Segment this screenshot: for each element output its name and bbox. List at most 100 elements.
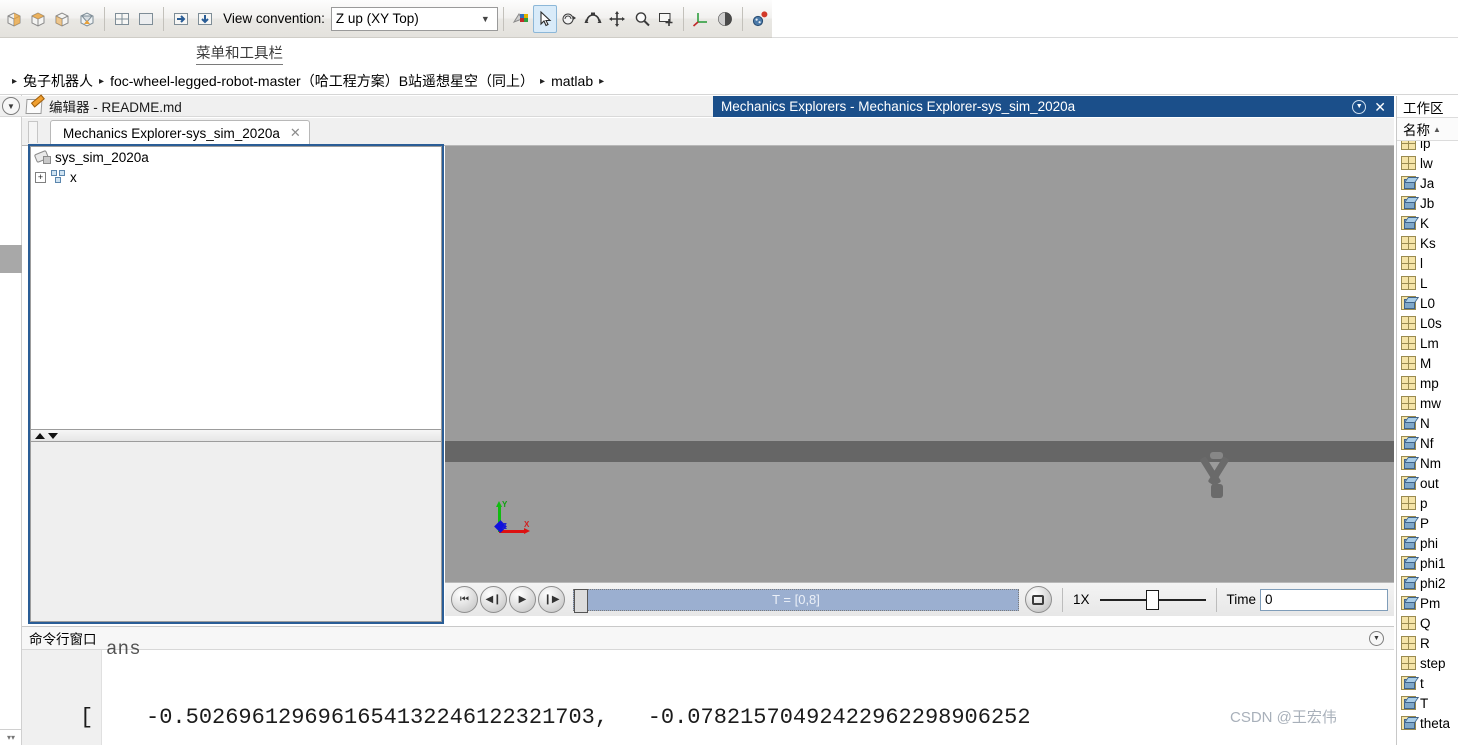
command-output-line: [ -0.5026961296961654132246122321703, -0…: [80, 705, 1031, 730]
toolbar-separator: [162, 6, 164, 31]
animation-icon[interactable]: [748, 5, 772, 33]
workspace-variable-name: M: [1420, 355, 1432, 371]
breadcrumb-item-0[interactable]: 兔子机器人: [23, 71, 93, 91]
variable-matrix-icon: [1401, 236, 1416, 250]
model-tree-panel[interactable]: sys_sim_2020a + x: [30, 146, 442, 430]
step-forward-button[interactable]: ❙▶: [538, 586, 565, 613]
speed-slider-knob[interactable]: [1145, 589, 1159, 610]
tab-drag-grip[interactable]: [28, 121, 38, 143]
workspace-variable-list[interactable]: lp lw Ja Jb K Ks l L L0 L0s Lm Mmp mw N Nf Nm out p Pphi ph…: [1397, 141, 1458, 745]
zoom-icon[interactable]: [630, 5, 654, 33]
workspace-row[interactable]: R: [1397, 633, 1458, 653]
workspace-row[interactable]: phi1: [1397, 553, 1458, 573]
variable-matrix-icon: [1401, 636, 1416, 650]
pan-icon[interactable]: [605, 5, 629, 33]
shading-icon[interactable]: [713, 5, 737, 33]
snapshot-icon[interactable]: [1024, 586, 1052, 613]
workspace-row[interactable]: L: [1397, 273, 1458, 293]
workspace-row[interactable]: out: [1397, 473, 1458, 493]
chevron-down-circle-icon[interactable]: ▼: [1369, 630, 1384, 646]
command-window-titlebar: 命令行窗口 ▼: [22, 626, 1394, 650]
workspace-row[interactable]: p: [1397, 493, 1458, 513]
close-icon[interactable]: ✕: [1374, 100, 1386, 114]
workspace-row[interactable]: Ks: [1397, 233, 1458, 253]
workspace-row[interactable]: M: [1397, 353, 1458, 373]
step-back-button[interactable]: ◀❙: [480, 586, 507, 613]
orbit-icon[interactable]: [581, 5, 605, 33]
splitter-down-icon[interactable]: [48, 432, 58, 439]
rotate-view-icon[interactable]: [557, 5, 581, 33]
workspace-variable-name: phi1: [1420, 555, 1446, 571]
colors-icon[interactable]: [509, 5, 533, 33]
workspace-row[interactable]: P: [1397, 513, 1458, 533]
view-isometric-1-icon[interactable]: [2, 5, 26, 33]
tree-row-child[interactable]: + x: [31, 167, 441, 187]
workspace-row[interactable]: t: [1397, 673, 1458, 693]
time-field-label: Time: [1226, 592, 1257, 607]
workspace-column-header[interactable]: 名称 ▲: [1397, 117, 1458, 141]
workspace-row[interactable]: Nm: [1397, 453, 1458, 473]
workspace-row[interactable]: Pm: [1397, 593, 1458, 613]
workspace-row[interactable]: theta: [1397, 713, 1458, 733]
workspace-row[interactable]: T: [1397, 693, 1458, 713]
tree-row-root[interactable]: sys_sim_2020a: [31, 147, 441, 167]
workspace-row[interactable]: Jb: [1397, 193, 1458, 213]
workspace-variable-name: p: [1420, 495, 1428, 511]
command-window-body[interactable]: ans [ -0.5026961296961654132246122321703…: [22, 638, 1394, 745]
workspace-row[interactable]: lw: [1397, 153, 1458, 173]
single-view-icon[interactable]: [134, 5, 158, 33]
workspace-row[interactable]: lp: [1397, 141, 1458, 153]
workspace-variable-name: phi: [1420, 535, 1439, 551]
workspace-row[interactable]: Ja: [1397, 173, 1458, 193]
rail-bottom-icon[interactable]: ▾▾: [0, 729, 22, 745]
view-perspective-icon[interactable]: [74, 5, 98, 33]
time-input[interactable]: 0: [1260, 588, 1388, 611]
playback-speed-label: 1X: [1072, 592, 1090, 607]
time-slider[interactable]: T = [0,8]: [573, 588, 1019, 613]
axis-triad-icon[interactable]: [689, 5, 713, 33]
chevron-down-circle-icon[interactable]: ▼: [2, 97, 20, 115]
play-button[interactable]: ▶: [509, 586, 536, 613]
workspace-row[interactable]: L0: [1397, 293, 1458, 313]
breadcrumb-item-1[interactable]: foc-wheel-legged-robot-master（哈工程方案）B站遥想…: [110, 71, 534, 91]
view-isometric-3-icon[interactable]: [50, 5, 74, 33]
dock-bottom-icon[interactable]: [193, 5, 217, 33]
workspace-row[interactable]: L0s: [1397, 313, 1458, 333]
collapsed-panel-handle[interactable]: [0, 245, 22, 273]
splitter-up-icon[interactable]: [35, 432, 45, 439]
workspace-row[interactable]: phi2: [1397, 573, 1458, 593]
jump-to-start-button[interactable]: ⏮: [451, 586, 478, 613]
dock-right-icon[interactable]: [169, 5, 193, 33]
time-slider-thumb[interactable]: [574, 588, 588, 613]
workspace-variable-name: L: [1420, 275, 1428, 291]
ground-plane: [445, 441, 1394, 462]
workspace-row[interactable]: phi: [1397, 533, 1458, 553]
zoom-box-icon[interactable]: [654, 5, 678, 33]
select-cursor-icon[interactable]: [532, 4, 558, 33]
chevron-down-circle-icon[interactable]: ▼: [1352, 99, 1367, 114]
workspace-variable-name: lp: [1420, 141, 1431, 151]
workspace-row[interactable]: N: [1397, 413, 1458, 433]
breadcrumb-item-2[interactable]: matlab: [551, 73, 593, 89]
workspace-variable-name: lw: [1420, 155, 1433, 171]
breadcrumb-arrow-icon: ▸: [12, 75, 18, 87]
tree-expander-icon[interactable]: +: [35, 171, 46, 183]
playback-speed-slider[interactable]: [1099, 589, 1206, 610]
tab-label: Mechanics Explorer-sys_sim_2020a: [63, 125, 280, 141]
workspace-row[interactable]: K: [1397, 213, 1458, 233]
mechanics-3d-viewport[interactable]: Y X Z: [445, 146, 1394, 582]
view-isometric-2-icon[interactable]: [26, 5, 50, 33]
workspace-row[interactable]: l: [1397, 253, 1458, 273]
view-convention-select[interactable]: Z up (XY Top) ▼: [330, 6, 498, 31]
workspace-row[interactable]: Lm: [1397, 333, 1458, 353]
tab-close-icon[interactable]: ✕: [290, 125, 301, 141]
workspace-row[interactable]: Q: [1397, 613, 1458, 633]
tree-splitter[interactable]: [30, 430, 442, 442]
variable-matrix-icon: [1401, 276, 1416, 290]
workspace-row[interactable]: Nf: [1397, 433, 1458, 453]
workspace-row[interactable]: mp: [1397, 373, 1458, 393]
workspace-row[interactable]: step: [1397, 653, 1458, 673]
split-four-view-icon[interactable]: [110, 5, 134, 33]
workspace-row[interactable]: mw: [1397, 393, 1458, 413]
tab-mechanics-explorer[interactable]: Mechanics Explorer-sys_sim_2020a ✕: [50, 120, 310, 146]
